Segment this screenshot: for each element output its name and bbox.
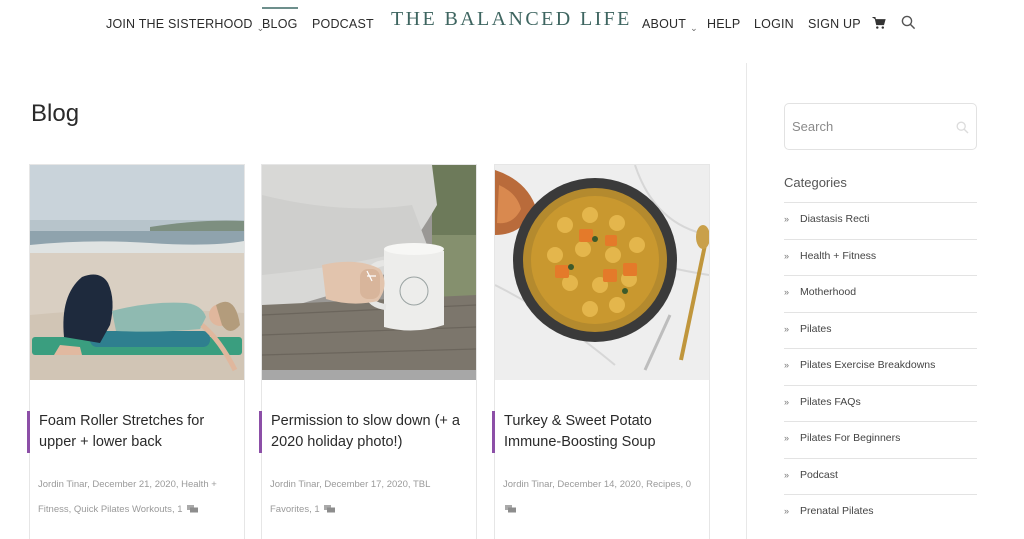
post-date[interactable]: December 21, 2020 [92,479,175,490]
post-title[interactable]: Foam Roller Stretches for upper + lower … [39,411,235,453]
nav-podcast[interactable]: PODCAST [312,17,374,31]
double-chevron-icon: » [784,214,790,224]
categories-heading: Categories [784,175,847,190]
post-card[interactable]: Foam Roller Stretches for upper + lower … [27,164,245,539]
post-comment-count[interactable]: 0 [686,479,691,490]
category-item[interactable]: » Pilates For Beginners [784,421,977,458]
category-label[interactable]: Pilates For Beginners [800,432,900,444]
double-chevron-icon: » [784,506,790,516]
category-item[interactable]: » Pilates Exercise Breakdowns [784,348,977,385]
nav-join-the-sisterhood[interactable]: JOIN THE SISTERHOOD ⌄ [106,17,264,33]
double-chevron-icon: » [784,469,790,480]
double-chevron-icon: » [784,250,790,261]
post-date[interactable]: December 17, 2020 [324,479,407,490]
post-title-accent: Turkey & Sweet Potato Immune-Boosting So… [492,411,706,453]
nav-blog[interactable]: BLOG [262,7,298,31]
post-category[interactable]: Quick Pilates Workouts [74,504,172,515]
comment-icon [187,505,199,513]
nav-about[interactable]: ABOUT ⌄ [642,17,698,33]
post-author[interactable]: Jordin Tinar [270,479,319,490]
post-comment-count[interactable]: 1 [314,504,319,515]
category-label[interactable]: Pilates Exercise Breakdowns [800,359,935,371]
category-item[interactable]: » Podcast [784,457,977,495]
double-chevron-icon: » [784,396,790,407]
post-card[interactable]: Permission to slow down (+ a 2020 holida… [259,164,477,539]
category-label[interactable]: Podcast [800,469,838,481]
post-image-mug[interactable] [262,165,476,380]
nav-join-label: JOIN THE SISTERHOOD [106,17,253,31]
category-item[interactable]: » Prenatal Pilates [784,494,977,531]
post-meta: Jordin Tinar, December 21, 2020, Health … [38,479,217,515]
category-label[interactable]: Diastasis Recti [800,213,869,225]
categories-list: » Diastasis Recti » Health + Fitness » Moth… [784,202,977,531]
post-title[interactable]: Permission to slow down (+ a 2020 holida… [271,411,467,453]
post-image-soup[interactable] [495,165,709,380]
nav-help[interactable]: HELP [707,17,740,31]
sidebar-search-box[interactable] [784,103,977,150]
double-chevron-icon: » [784,360,790,370]
search-icon[interactable] [956,121,969,134]
search-input[interactable] [792,116,952,136]
category-label[interactable]: Motherhood [800,286,856,298]
sidebar-divider [746,63,747,539]
double-chevron-icon: » [784,433,790,443]
page-title: Blog [31,100,80,127]
post-meta: Jordin Tinar, December 17, 2020, TBL Fav… [270,479,431,515]
post-author[interactable]: Jordin Tinar [38,479,87,490]
site-header: JOIN THE SISTERHOOD ⌄ BLOG PODCAST THE BA… [0,0,1024,50]
post-title-accent: Permission to slow down (+ a 2020 holida… [259,411,473,453]
comment-icon [324,505,336,513]
nav-login[interactable]: LOGIN [754,17,794,31]
cart-icon[interactable] [872,16,886,30]
category-item[interactable]: » Health + Fitness [784,238,977,276]
nav-signup[interactable]: SIGN UP [808,17,861,31]
chevron-down-icon: ⌄ [690,23,698,33]
post-category[interactable]: Recipes [646,479,680,490]
post-author[interactable]: Jordin Tinar [503,479,552,490]
category-item[interactable]: » Diastasis Recti [784,202,977,239]
post-title[interactable]: Turkey & Sweet Potato Immune-Boosting So… [504,411,700,453]
post-card[interactable]: Turkey & Sweet Potato Immune-Boosting So… [492,164,710,539]
double-chevron-icon: » [784,287,790,297]
post-date[interactable]: December 14, 2020 [557,479,640,490]
category-item[interactable]: » Motherhood [784,275,977,312]
double-chevron-icon: » [784,323,790,334]
nav-about-label: ABOUT [642,17,687,31]
category-label[interactable]: Pilates FAQs [800,396,861,408]
post-title-accent: Foam Roller Stretches for upper + lower … [27,411,241,453]
search-icon[interactable] [901,15,916,30]
category-label[interactable]: Health + Fitness [800,250,876,262]
category-label[interactable]: Prenatal Pilates [800,505,874,517]
post-meta: Jordin Tinar, December 14, 2020, Recipes… [503,472,703,522]
post-image-beach-foam-roller[interactable] [30,165,244,380]
comment-icon [505,505,516,513]
site-logo[interactable]: THE BALANCED LIFE [391,8,632,31]
category-item[interactable]: » Pilates [784,311,977,349]
post-comment-count[interactable]: 1 [177,504,182,515]
category-item[interactable]: » Pilates FAQs [784,384,977,422]
category-label[interactable]: Pilates [800,323,832,335]
